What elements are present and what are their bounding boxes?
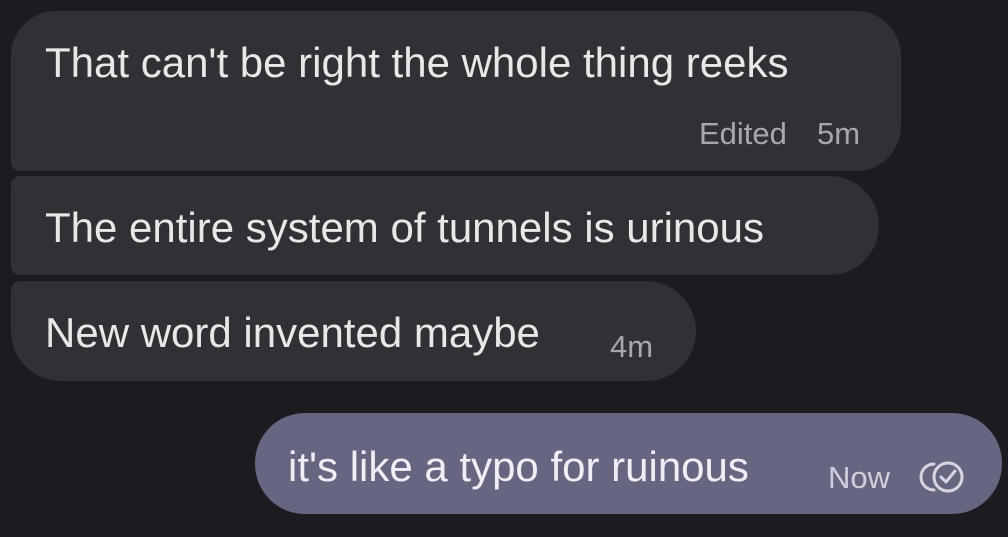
edited-label: Edited bbox=[699, 116, 787, 151]
message-timestamp: 4m bbox=[610, 329, 654, 364]
message-text: The entire system of tunnels is urinous bbox=[45, 204, 765, 251]
message-text: That can't be right the whole thing reek… bbox=[45, 39, 789, 86]
read-receipt-icon bbox=[915, 459, 969, 495]
message-bubble-outgoing[interactable]: it's like a typo for ruinous Now bbox=[255, 413, 1002, 514]
message-thread: That can't be right the whole thing reek… bbox=[0, 0, 1008, 537]
message-bubble-incoming[interactable]: The entire system of tunnels is urinous bbox=[11, 176, 879, 275]
message-timestamp: Now bbox=[828, 460, 891, 495]
message-bubble-incoming[interactable]: That can't be right the whole thing reek… bbox=[11, 11, 901, 171]
message-text: New word invented maybe bbox=[45, 309, 540, 356]
message-bubble-incoming[interactable]: New word invented maybe 4m bbox=[11, 281, 696, 381]
message-timestamp: 5m bbox=[817, 116, 861, 151]
message-text: it's like a typo for ruinous bbox=[288, 443, 749, 490]
